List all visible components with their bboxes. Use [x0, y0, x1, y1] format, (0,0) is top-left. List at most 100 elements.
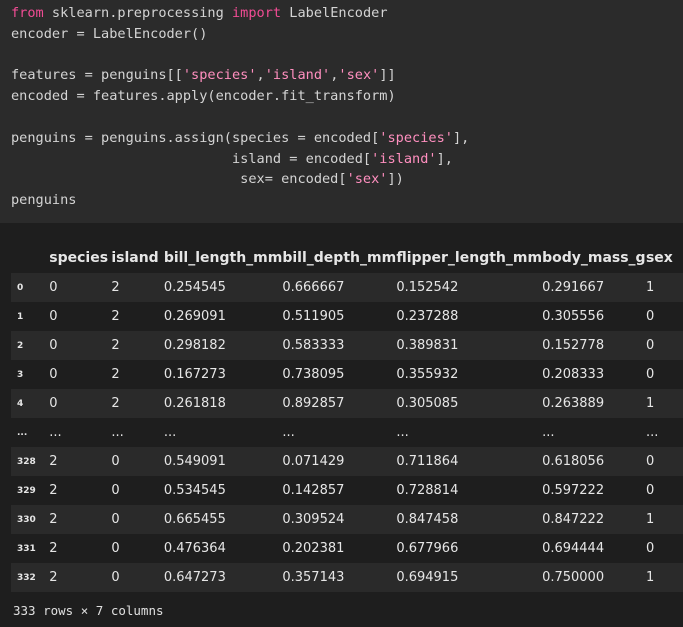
- table-cell: 0: [645, 367, 655, 382]
- table-cell: 0.666667: [282, 280, 345, 295]
- code-keyword: import: [232, 5, 282, 21]
- code-line: island = encoded['island'],: [11, 149, 683, 170]
- code-token: ,: [256, 67, 265, 84]
- table-cell: 1: [645, 396, 655, 411]
- table-cell: 0.309524: [282, 512, 345, 527]
- table-cell: 2: [49, 541, 58, 556]
- table-cell: 0.291667: [542, 280, 605, 295]
- code-token: ],: [436, 150, 453, 167]
- row-count-footer: 333 rows × 7 columns: [13, 603, 164, 618]
- table-cell: 0: [645, 338, 655, 353]
- table-cell: 0.357143: [282, 570, 345, 585]
- code-string: 'sex': [346, 171, 388, 188]
- table-cell: 0.711864: [396, 454, 459, 469]
- table-cell: 0: [49, 367, 58, 382]
- table-cell: 0.152778: [542, 338, 605, 353]
- table-cell: 0.254545: [163, 280, 226, 295]
- table-cell: 0.549091: [163, 454, 226, 469]
- table-cell: 0.263889: [542, 396, 605, 411]
- table-cell: 0.892857: [282, 396, 345, 411]
- table-row: 2 0 2 0.298182 0.583333 0.389831 0.152778 0: [11, 331, 683, 360]
- table-cell: 0.167273: [163, 367, 226, 382]
- index-header: [11, 243, 38, 273]
- table-cell: 0.305085: [396, 396, 459, 411]
- column-header: island: [111, 250, 159, 266]
- table-cell: 2: [49, 454, 58, 469]
- code-keyword: from: [11, 5, 44, 21]
- table-cell: 0.355932: [396, 367, 459, 382]
- table-header-row: species island bill_length_mm bill_depth_mm…: [11, 243, 683, 273]
- code-line: penguins: [11, 190, 683, 211]
- table-cell: ...: [396, 425, 409, 440]
- table-cell: 0.152542: [396, 280, 459, 295]
- code-line: encoder = LabelEncoder(): [11, 24, 683, 45]
- dataframe-table: species island bill_length_mm bill_depth_mm…: [11, 243, 683, 592]
- column-header: sex: [645, 250, 673, 266]
- table-cell: 0.534545: [163, 483, 226, 498]
- table-row: 332 2 0 0.647273 0.357143 0.694915 0.750000 1: [11, 563, 683, 592]
- table-cell: 0.728814: [396, 483, 459, 498]
- table-cell: ...: [163, 425, 177, 440]
- code-line: encoded = features.apply(encoder.fit_tra…: [11, 86, 683, 107]
- table-cell: 0.237288: [396, 309, 459, 324]
- table-cell: 2: [49, 512, 58, 527]
- code-line: from sklearn.preprocessing import LabelE…: [11, 3, 683, 24]
- table-cell: 2: [111, 396, 120, 411]
- row-index: 332: [17, 572, 36, 583]
- table-cell: 0.647273: [163, 570, 226, 585]
- table-cell: 0: [111, 512, 120, 527]
- table-cell: 2: [111, 280, 120, 295]
- table-row: 331 2 0 0.476364 0.202381 0.677966 0.694444 0: [11, 534, 683, 563]
- code-line: penguins = penguins.assign(species = enc…: [11, 128, 683, 149]
- table-cell: 0.476364: [163, 541, 226, 556]
- code-token: LabelEncoder: [281, 5, 388, 21]
- table-cell: 0.298182: [163, 338, 226, 353]
- table-cell: 0.208333: [542, 367, 605, 382]
- code-token: penguins: [11, 192, 77, 209]
- code-editor[interactable]: from sklearn.preprocessing import LabelE…: [0, 0, 683, 211]
- code-string: 'species': [379, 129, 453, 146]
- table-cell: 0.618056: [542, 454, 605, 469]
- code-token: features = penguins[[: [11, 67, 183, 84]
- row-index: 2: [17, 340, 24, 351]
- table-row: 329 2 0 0.534545 0.142857 0.728814 0.597222 0: [11, 476, 683, 505]
- table-cell: 0: [111, 454, 120, 469]
- table-cell: 1: [645, 570, 655, 585]
- table-row: 4 0 2 0.261818 0.892857 0.305085 0.263889 1: [11, 389, 683, 418]
- code-token: penguins = penguins.assign(species = enc…: [11, 129, 380, 146]
- column-header: bill_depth_mm: [282, 250, 397, 266]
- table-row: 3 0 2 0.167273 0.738095 0.355932 0.208333 0: [11, 360, 683, 389]
- code-token: island = encoded[: [11, 150, 372, 167]
- row-index: 328: [17, 456, 36, 467]
- code-string: 'island': [371, 150, 437, 167]
- table-cell: 2: [111, 309, 120, 324]
- code-token: encoded = features.apply(encoder.fit_tra…: [11, 88, 396, 105]
- table-row: 330 2 0 0.665455 0.309524 0.847458 0.847222 1: [11, 505, 683, 534]
- table-cell: 0: [49, 338, 58, 353]
- table-cell: 0: [49, 309, 58, 324]
- table-cell: 0: [645, 454, 655, 469]
- code-cell[interactable]: from sklearn.preprocessing import LabelE…: [0, 0, 683, 223]
- table-cell: 0.511905: [282, 309, 345, 324]
- column-header: species: [49, 250, 109, 266]
- table-cell: 0.694915: [396, 570, 459, 585]
- table-cell: 0.305556: [542, 309, 605, 324]
- table-cell: 0: [111, 483, 120, 498]
- table-cell: 1: [645, 280, 655, 295]
- table-cell: 2: [111, 338, 120, 353]
- code-token: ],: [452, 129, 470, 146]
- row-index: 0: [17, 282, 24, 293]
- table-cell: 0.738095: [282, 367, 345, 382]
- code-token: ]]: [379, 67, 396, 84]
- code-token: sex= encoded[: [11, 171, 347, 188]
- code-line: features = penguins[['species','island',…: [11, 65, 683, 86]
- table-cell: 0.261818: [163, 396, 226, 411]
- table-cell: 0.597222: [542, 483, 605, 498]
- table-cell: ...: [542, 425, 555, 440]
- table-cell: 2: [49, 570, 58, 585]
- table-cell: 0.694444: [542, 541, 605, 556]
- code-line: sex= encoded['sex']): [11, 169, 683, 190]
- table-row: ........................: [11, 418, 683, 447]
